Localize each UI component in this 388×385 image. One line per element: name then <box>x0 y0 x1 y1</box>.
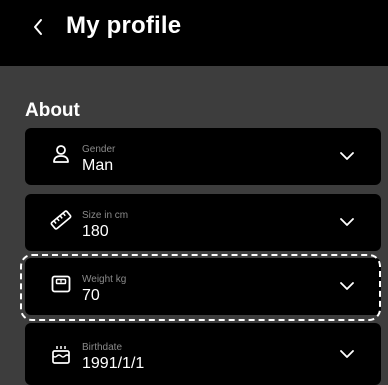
size-select[interactable]: Size in cm 180 <box>25 194 381 251</box>
gender-value: Man <box>82 157 114 174</box>
chevron-down-icon <box>339 280 355 292</box>
section-title-about: About <box>25 100 80 121</box>
gender-label: Gender <box>82 144 116 155</box>
weight-select[interactable]: Weight kg 70 <box>25 258 381 315</box>
gender-select[interactable]: Gender Man <box>25 128 381 185</box>
weight-label: Weight kg <box>82 274 127 285</box>
weight-value: 70 <box>82 287 100 304</box>
size-value: 180 <box>82 223 109 240</box>
back-button[interactable] <box>28 14 48 40</box>
birthdate-label: Birthdate <box>82 342 123 353</box>
person-icon <box>49 142 73 166</box>
chevron-down-icon <box>339 150 355 162</box>
scale-icon <box>49 272 73 296</box>
app-header: My profile <box>0 0 388 66</box>
ruler-icon <box>49 208 73 232</box>
page-title: My profile <box>66 12 182 39</box>
chevron-down-icon <box>339 348 355 360</box>
chevron-down-icon <box>339 216 355 228</box>
size-label: Size in cm <box>82 210 129 221</box>
birthdate-select[interactable]: Birthdate 1991/1/1 <box>25 323 381 385</box>
cake-icon <box>49 343 73 367</box>
chevron-left-icon <box>34 19 42 35</box>
birthdate-value: 1991/1/1 <box>82 355 145 372</box>
